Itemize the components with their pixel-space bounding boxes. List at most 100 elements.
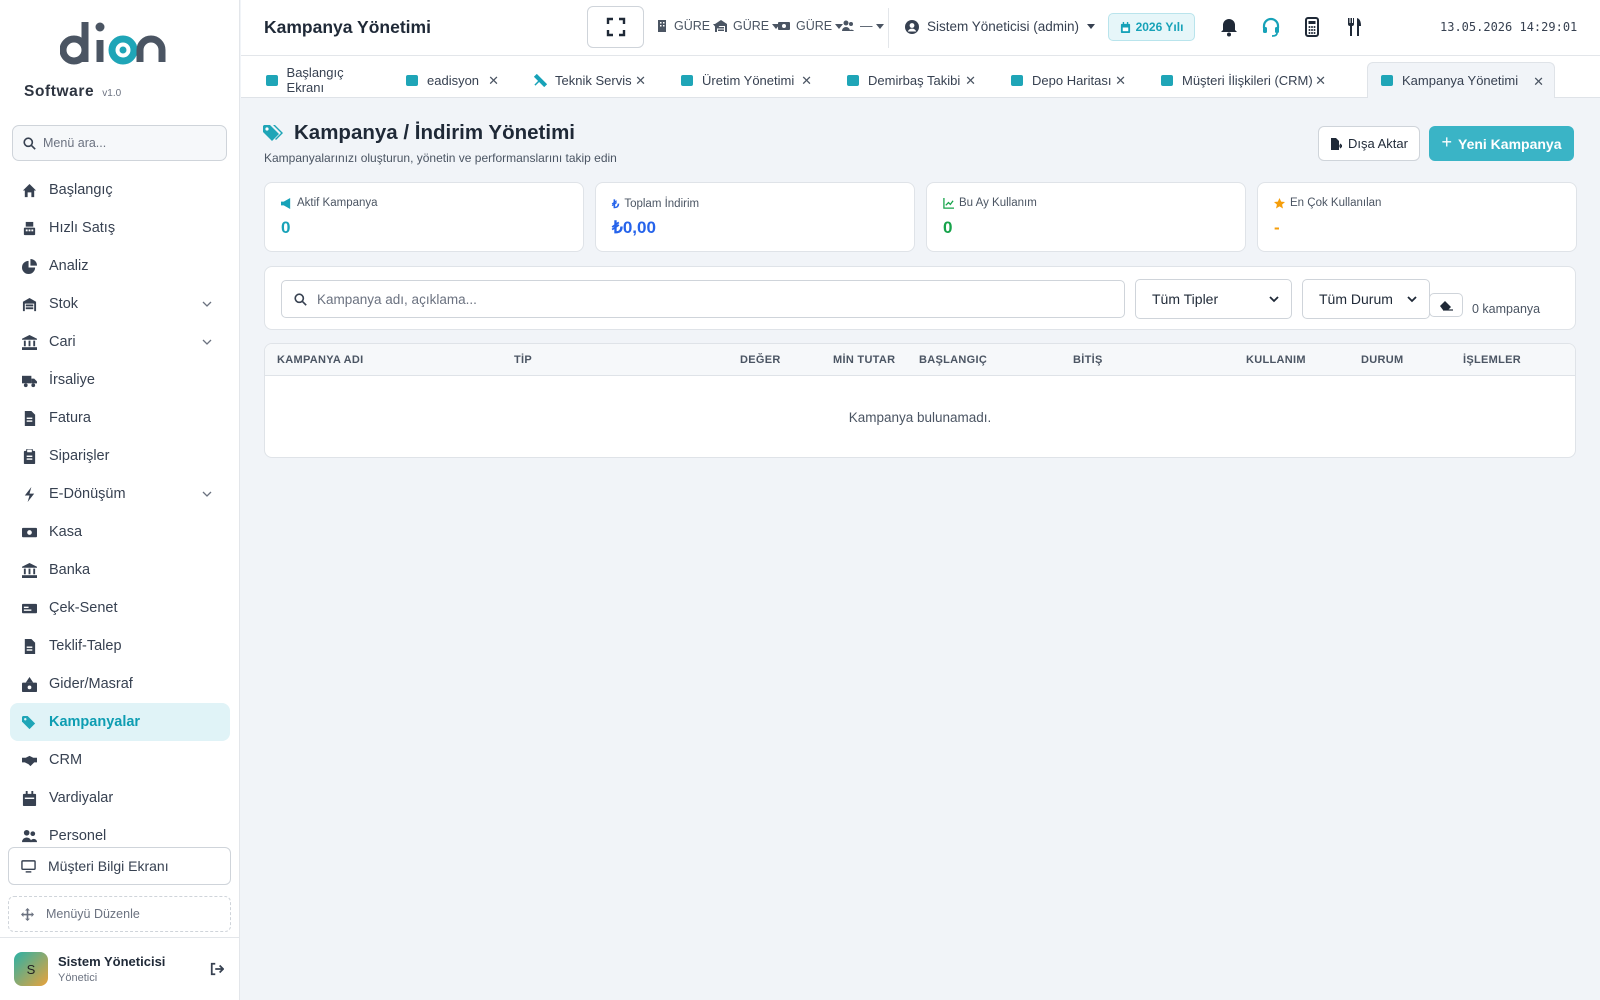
sidebar-item-label: CRM xyxy=(49,752,83,768)
sidebar-item-label: Teklif-Talep xyxy=(49,638,122,654)
tab-label: Müşteri İlişkileri (CRM) xyxy=(1182,72,1313,88)
column-header[interactable]: KULLANIM xyxy=(1246,354,1306,366)
column-header[interactable]: DURUM xyxy=(1361,354,1403,366)
status-filter-select[interactable]: Tüm Durum xyxy=(1302,279,1430,319)
sidebar-item-analiz[interactable]: Analiz xyxy=(10,247,230,285)
column-header[interactable]: BAŞLANGIÇ xyxy=(919,354,987,366)
avatar[interactable]: S xyxy=(14,952,48,986)
sidebar-item-personel[interactable]: Personel xyxy=(10,817,230,847)
tab-musteri-iliskileri[interactable]: Müşteri İlişkileri (CRM) ✕ xyxy=(1136,62,1336,98)
version-label: v1.0 xyxy=(102,88,122,99)
tab-label: Teknik Servis xyxy=(555,72,632,88)
tab-depo-haritasi[interactable]: Depo Haritası ✕ xyxy=(986,62,1136,98)
monitor-icon xyxy=(21,859,36,873)
campaign-search-placeholder: Kampanya adı, açıklama... xyxy=(317,291,477,307)
close-icon[interactable]: ✕ xyxy=(965,73,976,89)
megaphone-icon xyxy=(281,197,291,209)
type-filter-select[interactable]: Tüm Tipler xyxy=(1135,279,1292,319)
tab-uretim-yonetimi[interactable]: Üretim Yönetimi ✕ xyxy=(656,62,822,98)
sidebar-item-crm[interactable]: CRM xyxy=(10,741,230,779)
edit-menu-button[interactable]: Menüyü Düzenle xyxy=(8,896,231,932)
calendar-icon xyxy=(1120,21,1130,33)
money-icon xyxy=(22,527,37,537)
headset-icon[interactable] xyxy=(1261,17,1281,37)
window-icon xyxy=(847,74,859,86)
sidebar-item-vardiyalar[interactable]: Vardiyalar xyxy=(10,779,230,817)
sidebar-item-hizli-satis[interactable]: Hızlı Satış xyxy=(10,209,230,247)
cash-selector-value: GÜRE xyxy=(796,19,833,33)
sidebar-item-baslangic[interactable]: Başlangıç xyxy=(10,171,230,209)
stat-card-total-discount: ₺ Toplam İndirim ₺0,00 xyxy=(595,182,915,252)
fullscreen-button[interactable] xyxy=(587,6,644,48)
stat-value: ₺0,00 xyxy=(612,218,656,237)
campaign-table: KAMPANYA ADI TİP DEĞER MİN TUTAR BAŞLANG… xyxy=(264,343,1576,458)
close-icon[interactable]: ✕ xyxy=(1315,73,1326,89)
sidebar-item-kampanyalar[interactable]: Kampanyalar xyxy=(10,703,230,741)
tab-kampanya-yonetimi[interactable]: Kampanya Yönetimi ✕ xyxy=(1367,62,1555,98)
clear-filters-button[interactable] xyxy=(1429,293,1463,317)
pie-chart-icon xyxy=(22,258,37,274)
close-icon[interactable]: ✕ xyxy=(488,73,499,89)
sidebar-item-irsaliye[interactable]: İrsaliye xyxy=(10,361,230,399)
utensils-icon[interactable] xyxy=(1344,17,1364,37)
sidebar-item-fatura[interactable]: Fatura xyxy=(10,399,230,437)
card-icon xyxy=(22,603,37,613)
menu-search-input[interactable]: Menü ara... xyxy=(12,125,227,161)
tab-label: eadisyon xyxy=(427,72,480,88)
tags-icon xyxy=(22,715,36,729)
sidebar-item-label: E-Dönüşüm xyxy=(49,486,126,502)
sidebar-item-stok[interactable]: Stok xyxy=(10,285,230,323)
tab-teknik-servis[interactable]: Teknik Servis ✕ xyxy=(509,62,656,98)
close-icon[interactable]: ✕ xyxy=(1115,73,1126,89)
tab-baslangic-ekrani[interactable]: Başlangıç Ekranı xyxy=(241,62,381,98)
year-badge[interactable]: 2026 Yılı xyxy=(1108,13,1195,41)
dion-logo xyxy=(60,22,166,65)
admin-user-menu[interactable]: Sistem Yöneticisi (admin) xyxy=(905,19,1103,34)
sidebar-item-teklif-talep[interactable]: Teklif-Talep xyxy=(10,627,230,665)
home-icon xyxy=(22,183,37,197)
table-header: KAMPANYA ADI TİP DEĞER MİN TUTAR BAŞLANG… xyxy=(265,344,1575,376)
sidebar-item-label: Çek-Senet xyxy=(49,600,118,616)
bank-icon xyxy=(22,562,37,578)
user-name: Sistem Yöneticisi xyxy=(58,954,166,969)
new-campaign-button[interactable]: + Yeni Kampanya xyxy=(1429,126,1574,161)
sidebar-item-kasa[interactable]: Kasa xyxy=(10,513,230,551)
admin-user-label: Sistem Yöneticisi (admin) xyxy=(927,19,1080,34)
sidebar-item-gider-masraf[interactable]: Gider/Masraf xyxy=(10,665,230,703)
tab-demirbas-takibi[interactable]: Demirbaş Takibi ✕ xyxy=(822,62,986,98)
sidebar-item-cek-senet[interactable]: Çek-Senet xyxy=(10,589,230,627)
column-header[interactable]: BİTİŞ xyxy=(1073,354,1103,366)
customer-info-screen-button[interactable]: Müşteri Bilgi Ekranı xyxy=(8,847,231,885)
logout-icon[interactable] xyxy=(210,962,224,976)
campaign-search-input[interactable]: Kampanya adı, açıklama... xyxy=(281,280,1125,318)
bell-icon[interactable] xyxy=(1219,17,1239,37)
column-header[interactable]: TİP xyxy=(514,354,532,366)
tab-eadisyon[interactable]: eadisyon ✕ xyxy=(381,62,509,98)
year-label: 2026 Yılı xyxy=(1135,20,1184,34)
warehouse-selector[interactable]: GÜRE xyxy=(715,19,781,33)
column-header[interactable]: KAMPANYA ADI xyxy=(277,354,364,366)
company-selector[interactable]: GÜRE xyxy=(656,19,722,33)
stat-value: 0 xyxy=(281,218,291,237)
stat-card-active: Aktif Kampanya 0 xyxy=(264,182,584,252)
sidebar-item-cari[interactable]: Cari xyxy=(10,323,230,361)
calculator-icon[interactable] xyxy=(1302,17,1322,37)
close-icon[interactable]: ✕ xyxy=(801,73,812,89)
close-icon[interactable]: ✕ xyxy=(1533,74,1544,90)
sidebar-item-siparisler[interactable]: Siparişler xyxy=(10,437,230,475)
sidebar-item-e-donusum[interactable]: E-Dönüşüm xyxy=(10,475,230,513)
cash-selector[interactable]: GÜRE xyxy=(778,19,844,33)
divider xyxy=(888,8,889,48)
export-button[interactable]: Dışa Aktar xyxy=(1318,126,1420,161)
sidebar-item-banka[interactable]: Banka xyxy=(10,551,230,589)
star-icon xyxy=(1274,197,1285,209)
column-header[interactable]: DEĞER xyxy=(740,354,781,366)
column-header[interactable]: MİN TUTAR xyxy=(833,354,895,366)
close-icon[interactable]: ✕ xyxy=(635,73,646,89)
window-icon xyxy=(681,74,693,86)
user-role: Yönetici xyxy=(58,972,98,984)
staff-selector[interactable]: — xyxy=(842,19,884,33)
column-header[interactable]: İŞLEMLER xyxy=(1463,354,1521,366)
truck-icon xyxy=(22,375,37,387)
sidebar-item-label: Gider/Masraf xyxy=(49,676,133,692)
